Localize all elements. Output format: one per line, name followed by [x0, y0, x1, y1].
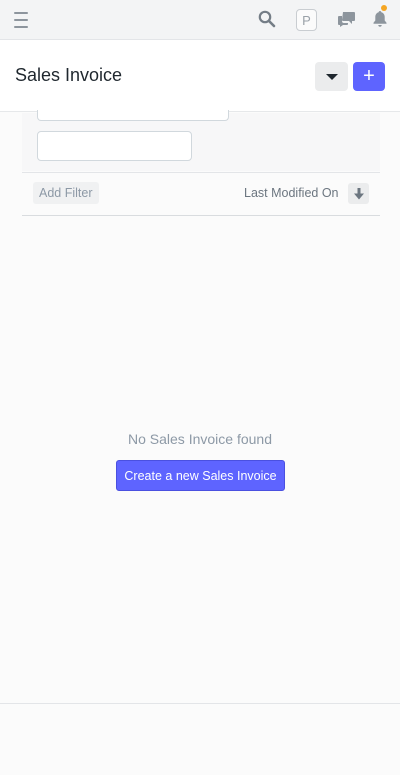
menu-dropdown-button[interactable] [315, 62, 348, 91]
search-icon[interactable] [256, 8, 278, 30]
empty-state-message: No Sales Invoice found [128, 431, 272, 447]
sort-order-button[interactable] [348, 183, 369, 204]
caret-down-icon [325, 73, 338, 80]
filter-field-input[interactable] [37, 131, 192, 161]
add-filter-button[interactable]: Add Filter [33, 182, 99, 204]
arrow-down-icon [353, 187, 364, 199]
add-button[interactable]: + [353, 62, 385, 91]
sort-by-label[interactable]: Last Modified On [244, 186, 339, 200]
page-title: Sales Invoice [15, 65, 123, 85]
bell-icon[interactable] [371, 8, 389, 28]
hamburger-icon[interactable] [12, 12, 30, 28]
chat-icon[interactable] [337, 10, 357, 28]
create-new-button[interactable]: Create a new Sales Invoice [116, 460, 285, 491]
page-header: Sales Invoice + [0, 40, 400, 112]
filter-field-partial[interactable] [37, 110, 229, 121]
footer-divider [0, 703, 400, 704]
notification-dot [381, 5, 387, 11]
avatar[interactable]: P [296, 9, 317, 31]
